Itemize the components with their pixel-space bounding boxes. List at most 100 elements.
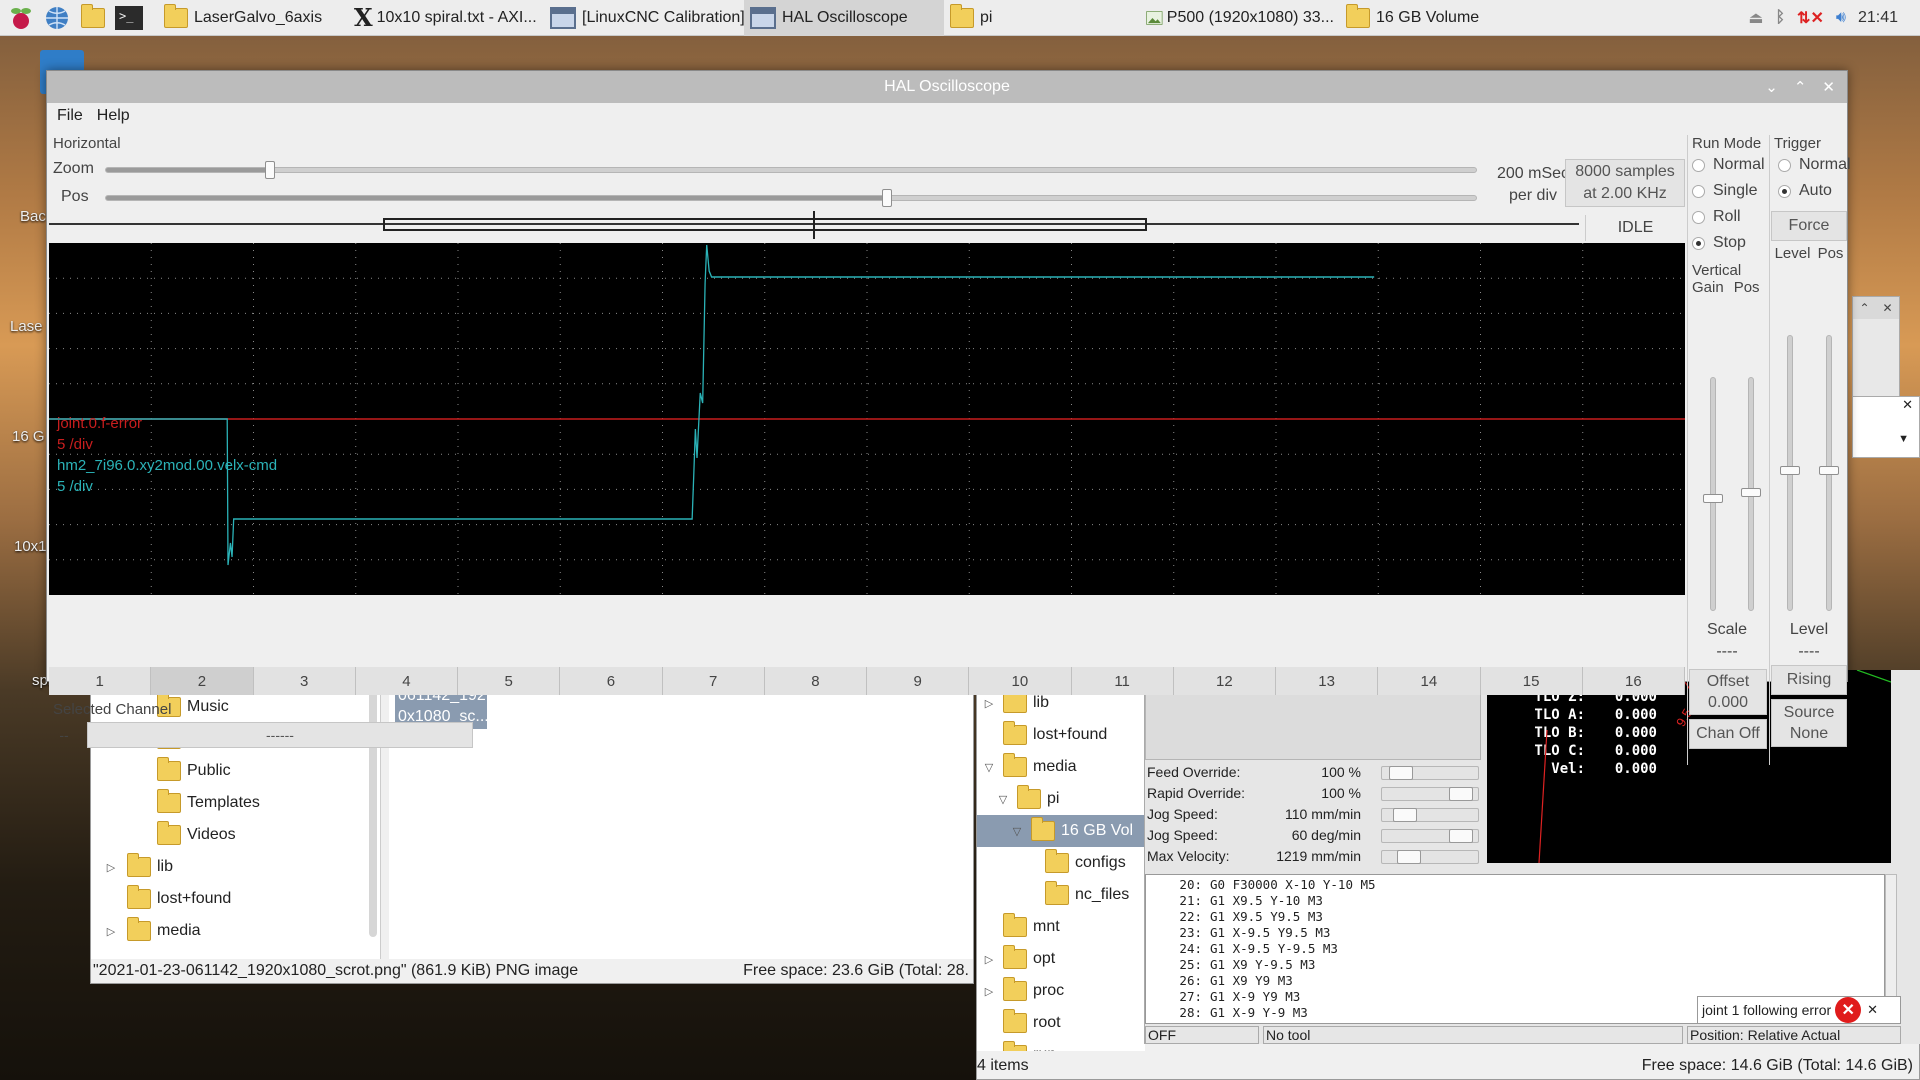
scope-display[interactable]: joint.0.f-error 5 /div hm2_7i96.0.xy2mod… <box>49 243 1685 595</box>
expander-icon[interactable]: ▽ <box>995 793 1011 806</box>
tree-item[interactable]: configs <box>977 847 1145 879</box>
tree-item[interactable]: Videos <box>91 819 380 851</box>
close-icon[interactable]: ✕ <box>1853 397 1919 413</box>
maximize-icon[interactable]: ⌃ <box>1794 78 1807 96</box>
zoom-slider-handle[interactable] <box>265 161 276 179</box>
volume-icon[interactable]: 🔊︎ <box>1836 9 1846 27</box>
gcode-line[interactable]: 27: G1 X-9 Y9 M3 <box>1152 989 1376 1005</box>
tree-item[interactable]: ▷ proc <box>977 975 1145 1007</box>
trigger-source-button[interactable]: Source None <box>1771 699 1847 747</box>
gain-slider[interactable] <box>1703 377 1723 611</box>
override-slider[interactable] <box>1381 766 1479 780</box>
tree-item[interactable]: ▷ lib <box>91 851 380 883</box>
pos-slider[interactable] <box>105 189 1477 207</box>
display-window-marker[interactable] <box>383 218 1147 231</box>
radio-indicator[interactable] <box>1778 158 1791 172</box>
task-lasergalvo[interactable]: LaserGalvo_6axis <box>158 0 348 36</box>
expander-icon[interactable]: ▷ <box>981 1049 997 1052</box>
gcode-line[interactable]: 23: G1 X-9.5 Y9.5 M3 <box>1152 925 1376 941</box>
gcode-line[interactable]: 25: G1 X9 Y-9.5 M3 <box>1152 957 1376 973</box>
maximize-icon[interactable]: ⌃ <box>1859 301 1869 315</box>
desktop-icon-label[interactable]: 16 G <box>12 428 45 445</box>
channel-button-10[interactable]: 10 <box>969 667 1072 695</box>
expander-icon[interactable]: ▽ <box>1009 825 1025 838</box>
vertical-pos-slider-handle[interactable] <box>1741 488 1761 497</box>
tree-item[interactable]: mnt <box>977 911 1145 943</box>
expander-icon[interactable]: ▷ <box>981 953 997 966</box>
expander-icon[interactable]: ▷ <box>103 925 119 938</box>
desktop-icon-label[interactable]: Lase <box>10 318 43 335</box>
trigger-level-slider[interactable] <box>1780 335 1800 611</box>
expander-icon[interactable]: ▷ <box>103 861 119 874</box>
window-titlebar[interactable]: HAL Oscilloscope ⌄ ⌃ ✕ <box>47 71 1847 103</box>
eject-icon[interactable]: ⏏ <box>1748 8 1763 28</box>
expander-icon[interactable]: ▷ <box>981 985 997 998</box>
vertical-pos-slider[interactable] <box>1741 377 1761 611</box>
channel-button-7[interactable]: 7 <box>662 667 765 695</box>
task-image-viewer[interactable]: P500 (1920x1080) 33... <box>1140 0 1340 36</box>
raspberry-menu-icon[interactable] <box>6 3 36 33</box>
radio-indicator[interactable] <box>1692 210 1705 224</box>
task-16gb-volume[interactable]: 16 GB Volume <box>1340 0 1536 36</box>
sample-rate-button[interactable]: 8000 samples at 2.00 KHz <box>1565 159 1685 207</box>
channel-button-11[interactable]: 11 <box>1071 667 1174 695</box>
override-slider-handle[interactable] <box>1396 850 1421 864</box>
override-slider-handle[interactable] <box>1448 829 1473 843</box>
task-axis[interactable]: X 10x10 spiral.txt - AXI... <box>348 0 544 36</box>
task-pi[interactable]: pi <box>944 0 1140 36</box>
channel-button-9[interactable]: 9 <box>867 667 970 695</box>
tree-item[interactable]: ▽ 16 GB Vol <box>977 815 1145 847</box>
radio-indicator[interactable] <box>1692 236 1705 250</box>
radio-indicator[interactable] <box>1692 184 1705 198</box>
close-notification-icon[interactable]: ✕ <box>1867 1002 1878 1018</box>
minimize-icon[interactable]: ⌄ <box>1765 78 1778 96</box>
desktop-icon-label[interactable]: 10x1 <box>14 538 47 555</box>
trigger-pos-slider[interactable] <box>1819 335 1839 611</box>
tree-item[interactable]: ▷ run <box>977 1039 1145 1051</box>
tree-item[interactable]: ▷ media <box>91 915 380 947</box>
bluetooth-icon[interactable]: ᛒ <box>1775 9 1785 27</box>
close-icon[interactable]: ✕ <box>1882 301 1892 315</box>
tree-item[interactable]: lost+found <box>977 719 1145 751</box>
channel-button-14[interactable]: 14 <box>1378 667 1481 695</box>
channel-button-4[interactable]: 4 <box>355 667 458 695</box>
gcode-line[interactable]: 22: G1 X9.5 Y9.5 M3 <box>1152 909 1376 925</box>
radio-normal[interactable]: Normal <box>1692 152 1767 178</box>
tree-item[interactable]: Templates <box>91 787 380 819</box>
override-slider-handle[interactable] <box>1393 808 1418 822</box>
menu-help[interactable]: Help <box>97 107 130 125</box>
gcode-line[interactable]: 24: G1 X-9.5 Y-9.5 M3 <box>1152 941 1376 957</box>
trigger-edge-button[interactable]: Rising <box>1771 665 1847 695</box>
web-browser-icon[interactable] <box>42 3 72 33</box>
channel-button-3[interactable]: 3 <box>253 667 356 695</box>
expander-icon[interactable]: ▽ <box>981 761 997 774</box>
override-slider[interactable] <box>1381 829 1479 843</box>
tree-item[interactable]: nc_files <box>977 879 1145 911</box>
trigger-level-handle[interactable] <box>1780 466 1800 475</box>
offset-button[interactable]: Offset 0.000 <box>1689 669 1767 715</box>
gcode-line[interactable]: 20: G0 F30000 X-10 Y-10 M5 <box>1152 877 1375 893</box>
expander-icon[interactable]: ▷ <box>981 697 997 710</box>
tree-scrollbar[interactable] <box>369 677 377 937</box>
pos-slider-handle[interactable] <box>881 189 892 207</box>
radio-auto[interactable]: Auto <box>1778 178 1849 204</box>
channel-button-12[interactable]: 12 <box>1173 667 1276 695</box>
tree-item[interactable]: root <box>977 1007 1145 1039</box>
gain-slider-handle[interactable] <box>1703 494 1723 503</box>
channel-button-6[interactable]: 6 <box>560 667 663 695</box>
gcode-line[interactable]: 21: G1 X9.5 Y-10 M3 <box>1152 893 1376 909</box>
close-icon[interactable]: ✕ <box>1822 78 1835 96</box>
radio-roll[interactable]: Roll <box>1692 204 1767 230</box>
radio-indicator[interactable] <box>1778 184 1791 198</box>
override-slider[interactable] <box>1381 850 1479 864</box>
tree-item[interactable]: ▷ opt <box>977 943 1145 975</box>
force-button[interactable]: Force <box>1771 211 1847 241</box>
tree-item[interactable]: Public <box>91 755 380 787</box>
channel-button-16[interactable]: 16 <box>1582 667 1685 695</box>
tree-item[interactable]: ▽ media <box>977 751 1145 783</box>
channel-button-2[interactable]: 2 <box>151 667 254 695</box>
gcode-line[interactable]: 26: G1 X9 Y9 M3 <box>1152 973 1376 989</box>
override-slider[interactable] <box>1381 808 1479 822</box>
radio-indicator[interactable] <box>1692 158 1705 172</box>
tree-item[interactable]: ▽ pi <box>977 783 1145 815</box>
